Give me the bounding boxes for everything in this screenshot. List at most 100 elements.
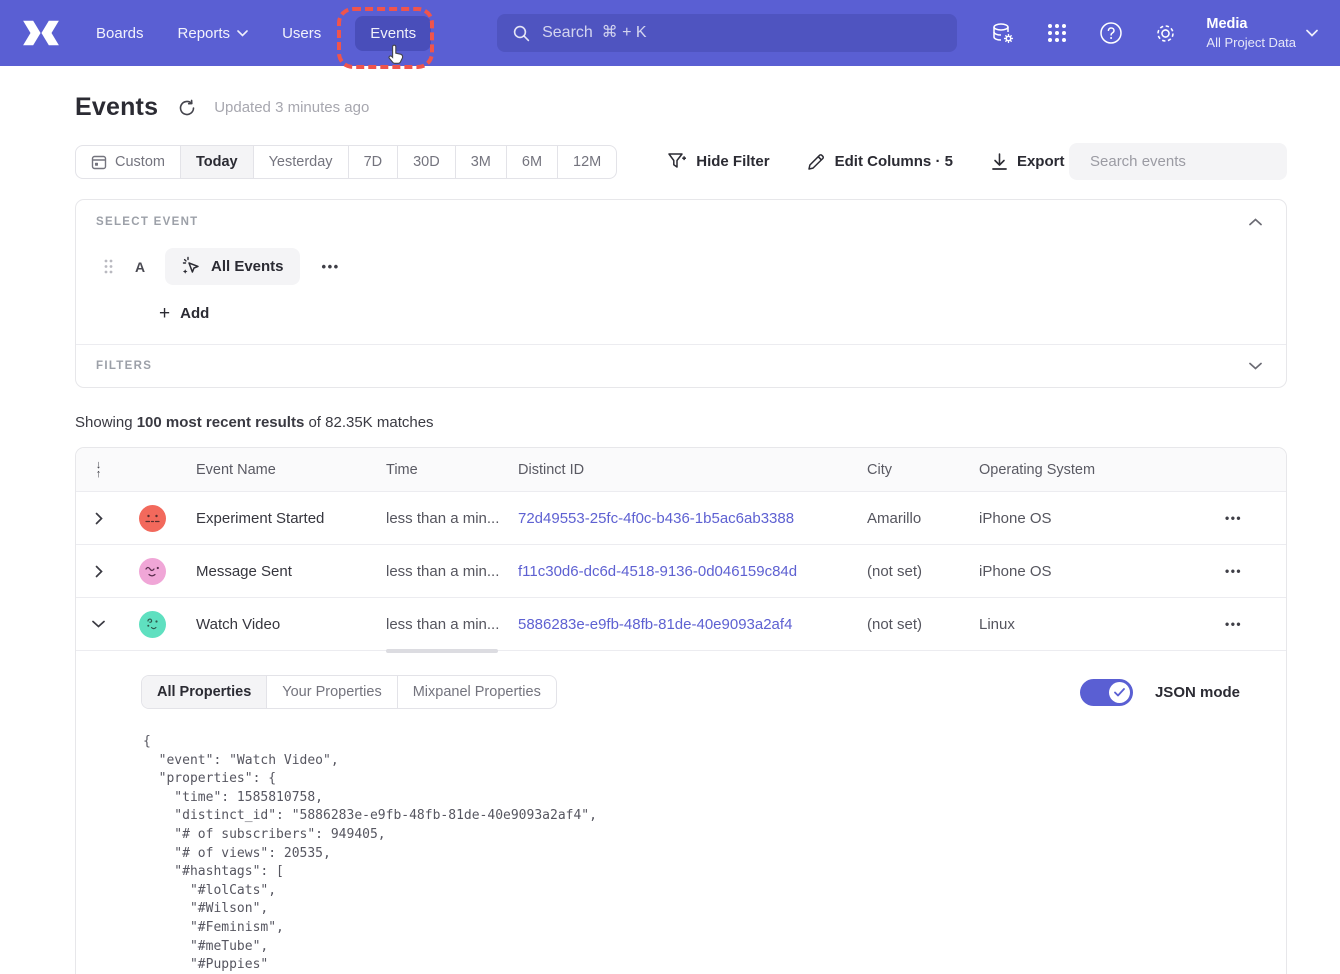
expand-chevron-down-icon: [1249, 362, 1262, 370]
cell-distinct-id-link[interactable]: f11c30d6-dc6d-4518-9136-0d046159c84d: [518, 563, 867, 580]
cell-city: (not set): [867, 563, 979, 580]
column-header-distinct-id[interactable]: Distinct ID: [518, 462, 867, 478]
json-mode-toggle[interactable]: [1080, 679, 1133, 706]
cell-time: less than a min...: [386, 510, 518, 527]
cell-event-name: Experiment Started: [196, 510, 386, 527]
table-row: Message Sent less than a min... f11c30d6…: [76, 545, 1286, 598]
cell-event-name: Watch Video: [196, 616, 386, 633]
nav-item-reports[interactable]: Reports: [178, 25, 249, 42]
hide-filter-button[interactable]: Hide Filter: [667, 152, 769, 171]
date-range-12m[interactable]: 12M: [558, 146, 616, 178]
updated-timestamp: Updated 3 minutes ago: [214, 99, 369, 116]
table-row: Experiment Started less than a min... 72…: [76, 492, 1286, 545]
top-nav: Boards Reports Users Events: [0, 0, 1340, 66]
data-management-icon[interactable]: [990, 20, 1016, 46]
cell-distinct-id-link[interactable]: 5886283e-e9fb-48fb-81de-40e9093a2af4: [518, 616, 867, 633]
toggle-knob: [1109, 682, 1130, 703]
settings-gear-icon[interactable]: [1152, 20, 1178, 46]
event-avatar: [139, 611, 166, 638]
properties-tabs: All Properties Your Properties Mixpanel …: [141, 675, 557, 709]
results-summary: Showing 100 most recent results of 82.35…: [75, 414, 1287, 431]
mixpanel-logo-icon[interactable]: [22, 19, 60, 47]
event-row-letter: A: [135, 259, 165, 275]
all-events-sparkle-cursor-icon: [181, 256, 202, 277]
select-event-label: SELECT EVENT: [96, 216, 199, 228]
cell-event-name: Message Sent: [196, 563, 386, 580]
filters-section-toggle[interactable]: FILTERS: [76, 344, 1286, 387]
cell-os: iPhone OS: [979, 563, 1193, 580]
chevron-down-icon: [1306, 29, 1318, 37]
date-range-6m[interactable]: 6M: [507, 146, 558, 178]
date-range-today[interactable]: Today: [181, 146, 254, 178]
column-header-city[interactable]: City: [867, 462, 979, 478]
events-search[interactable]: [1069, 143, 1287, 180]
filters-label: FILTERS: [96, 360, 152, 372]
cell-time: less than a min...: [386, 563, 518, 580]
project-name: Media: [1206, 15, 1296, 34]
row-actions-button[interactable]: •••: [1225, 511, 1242, 525]
row-collapse-chevron-icon[interactable]: [92, 620, 105, 628]
column-header-time[interactable]: Time: [386, 462, 518, 478]
date-range-7d[interactable]: 7D: [349, 146, 399, 178]
tab-mixpanel-properties[interactable]: Mixpanel Properties: [398, 676, 556, 708]
date-range-30d[interactable]: 30D: [398, 146, 456, 178]
select-event-panel: SELECT EVENT A All Events ••• +: [75, 199, 1287, 388]
global-search-input[interactable]: [542, 24, 941, 42]
date-range-custom[interactable]: Custom: [76, 146, 181, 178]
project-scope: All Project Data: [1206, 34, 1296, 51]
table-header-row: ↓↑ Event Name Time Distinct ID City Oper…: [76, 448, 1286, 492]
nav-item-users[interactable]: Users: [282, 25, 321, 42]
horizontal-scrollbar-thumb[interactable]: [386, 649, 498, 653]
tab-all-properties[interactable]: All Properties: [142, 676, 267, 708]
apps-grid-icon[interactable]: [1044, 20, 1070, 46]
refresh-icon[interactable]: [178, 97, 200, 119]
event-more-options-button[interactable]: •••: [322, 259, 340, 274]
column-header-os[interactable]: Operating System: [979, 462, 1193, 478]
date-range-selector: Custom Today Yesterday 7D 30D 3M 6M 12M: [75, 145, 617, 179]
cell-os: Linux: [979, 616, 1193, 633]
event-avatar: [139, 505, 166, 532]
event-picker-button[interactable]: All Events: [165, 248, 300, 285]
check-icon: [1114, 688, 1125, 697]
event-json-view: { "event": "Watch Video", "properties": …: [143, 733, 1262, 974]
date-range-3m[interactable]: 3M: [456, 146, 507, 178]
page-title: Events: [75, 93, 158, 122]
search-icon: [513, 25, 530, 42]
pencil-icon: [807, 152, 826, 171]
row-actions-button[interactable]: •••: [1225, 617, 1242, 631]
event-selector-row: A All Events •••: [104, 248, 1286, 285]
cell-city: (not set): [867, 616, 979, 633]
row-expand-chevron-icon[interactable]: [95, 565, 103, 578]
project-selector[interactable]: Media All Project Data: [1206, 15, 1318, 51]
event-avatar: [139, 558, 166, 585]
column-header-event-name[interactable]: Event Name: [196, 462, 386, 478]
events-table: ↓↑ Event Name Time Distinct ID City Oper…: [75, 447, 1287, 974]
nav-item-boards[interactable]: Boards: [96, 25, 144, 42]
row-expand-chevron-icon[interactable]: [95, 512, 103, 525]
edit-columns-button[interactable]: Edit Columns · 5: [807, 152, 953, 171]
row-actions-button[interactable]: •••: [1225, 564, 1242, 578]
cell-distinct-id-link[interactable]: 72d49553-25fc-4f0c-b436-1b5ac6ab3388: [518, 510, 867, 527]
selected-event-name: All Events: [211, 258, 284, 275]
drag-handle-icon[interactable]: [104, 259, 113, 274]
tab-your-properties[interactable]: Your Properties: [267, 676, 397, 708]
json-mode-label: JSON mode: [1155, 684, 1240, 701]
add-event-button[interactable]: + Add: [159, 305, 1286, 322]
global-search[interactable]: [497, 14, 957, 52]
collapse-all-rows-icon[interactable]: ↓↑: [96, 461, 102, 479]
collapse-chevron-up-icon[interactable]: [1249, 218, 1262, 226]
help-icon[interactable]: [1098, 20, 1124, 46]
events-search-input[interactable]: [1090, 153, 1289, 170]
plus-icon: +: [159, 307, 170, 321]
download-icon: [991, 153, 1008, 171]
chevron-down-icon: [237, 30, 248, 37]
cell-os: iPhone OS: [979, 510, 1193, 527]
calendar-icon: [91, 154, 107, 170]
event-detail-panel: All Properties Your Properties Mixpanel …: [76, 651, 1286, 974]
cell-city: Amarillo: [867, 510, 979, 527]
export-button[interactable]: Export: [991, 153, 1065, 171]
nav-item-events[interactable]: Events: [355, 16, 431, 51]
date-range-yesterday[interactable]: Yesterday: [254, 146, 349, 178]
table-row-expanded: Watch Video less than a min... 5886283e-…: [76, 598, 1286, 651]
filter-funnel-icon: [667, 152, 687, 171]
